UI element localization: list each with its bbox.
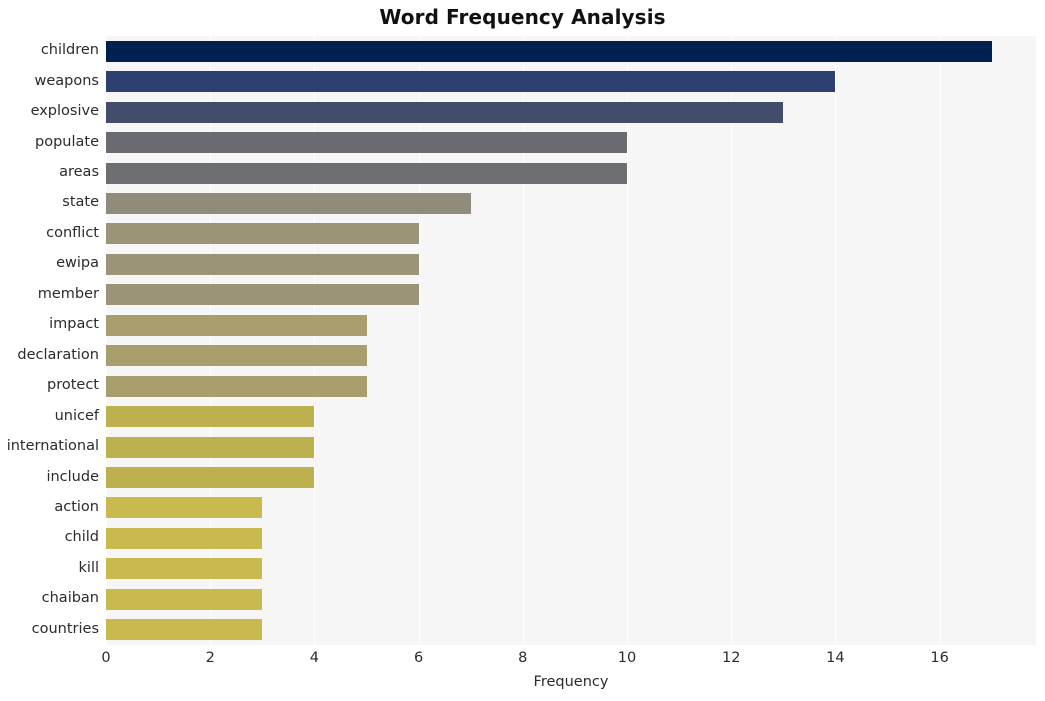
gridline-x-10 xyxy=(627,36,628,645)
bar-protect[interactable] xyxy=(106,375,367,397)
bar-row xyxy=(106,101,1036,123)
bar-populate[interactable] xyxy=(106,132,627,154)
gridline-x-8 xyxy=(522,36,524,645)
bar-member[interactable] xyxy=(106,284,419,306)
bar-row xyxy=(106,132,1036,154)
bar-row xyxy=(106,527,1036,549)
word-frequency-bar-chart: Word Frequency Analysis children weapons e… xyxy=(0,0,1045,701)
bar-conflict[interactable] xyxy=(106,223,419,245)
x-axis-label: Frequency xyxy=(533,674,609,690)
y-tick-label-conflict: conflict xyxy=(46,224,99,241)
y-tick-label-declaration: declaration xyxy=(17,346,99,363)
y-tick-label-international: international xyxy=(6,438,99,455)
bar-impact[interactable] xyxy=(106,314,367,336)
y-tick-label-countries: countries xyxy=(31,620,99,637)
gridline-x-0 xyxy=(106,36,107,645)
bar-include[interactable] xyxy=(106,467,315,489)
bar-row xyxy=(106,467,1036,489)
bar-areas[interactable] xyxy=(106,162,627,184)
bar-action[interactable] xyxy=(106,497,263,519)
x-tick-label-16: 16 xyxy=(930,650,949,666)
bar-row xyxy=(106,192,1036,214)
x-tick-label-0: 0 xyxy=(101,650,111,666)
y-tick-label-weapons: weapons xyxy=(34,72,100,89)
gridline-x-12 xyxy=(731,36,733,645)
y-tick-label-populate: populate xyxy=(35,133,99,150)
gridline-x-6 xyxy=(418,36,420,645)
bar-weapons[interactable] xyxy=(106,71,836,93)
y-tick-label-action: action xyxy=(54,498,99,515)
y-tick-label-child: child xyxy=(64,529,99,546)
bar-row xyxy=(106,588,1036,610)
bar-chaiban[interactable] xyxy=(106,588,263,610)
bar-state[interactable] xyxy=(106,192,471,214)
bar-row xyxy=(106,314,1036,336)
x-tick-label-14: 14 xyxy=(826,650,845,666)
bar-row xyxy=(106,436,1036,458)
y-tick-label-protect: protect xyxy=(47,377,99,394)
gridline-x-16 xyxy=(939,36,941,645)
y-tick-label-children: children xyxy=(40,42,99,59)
bar-row xyxy=(106,497,1036,519)
bar-row xyxy=(106,253,1036,275)
bar-explosive[interactable] xyxy=(106,101,784,123)
y-tick-label-ewipa: ewipa xyxy=(56,255,99,272)
bar-international[interactable] xyxy=(106,436,315,458)
gridline-x-14 xyxy=(835,36,837,645)
bar-countries[interactable] xyxy=(106,619,263,641)
bar-kill[interactable] xyxy=(106,558,263,580)
x-tick-label-4: 4 xyxy=(309,650,319,666)
bar-ewipa[interactable] xyxy=(106,253,419,275)
bar-children[interactable] xyxy=(106,40,992,62)
bar-row xyxy=(106,345,1036,367)
bar-row xyxy=(106,71,1036,93)
bar-row xyxy=(106,619,1036,641)
y-tick-label-chaiban: chaiban xyxy=(41,590,99,607)
x-tick-label-6: 6 xyxy=(413,650,424,666)
bar-row xyxy=(106,406,1036,428)
x-tick-label-10: 10 xyxy=(617,650,637,666)
bar-declaration[interactable] xyxy=(106,345,367,367)
bar-row xyxy=(106,558,1036,580)
y-tick-label-areas: areas xyxy=(59,164,99,181)
x-tick-label-2: 2 xyxy=(205,650,215,666)
chart-title: Word Frequency Analysis xyxy=(379,5,666,29)
y-tick-label-unicef: unicef xyxy=(54,407,99,424)
bar-row xyxy=(106,375,1036,397)
x-tick-label-12: 12 xyxy=(721,650,741,666)
y-tick-label-explosive: explosive xyxy=(30,103,99,120)
gridline-x-2 xyxy=(210,36,212,645)
bar-unicef[interactable] xyxy=(106,406,315,428)
bar-row xyxy=(106,40,1036,62)
gridline-x-4 xyxy=(314,36,316,645)
plot-area xyxy=(106,36,1036,645)
y-tick-label-include: include xyxy=(46,468,99,485)
y-tick-label-member: member xyxy=(37,285,99,302)
bar-row xyxy=(106,162,1036,184)
x-tick-label-8: 8 xyxy=(518,650,528,666)
y-tick-label-impact: impact xyxy=(49,316,99,333)
bar-child[interactable] xyxy=(106,527,263,549)
bar-row xyxy=(106,284,1036,306)
y-tick-label-kill: kill xyxy=(78,559,99,576)
bar-row xyxy=(106,223,1036,245)
y-tick-label-state: state xyxy=(62,194,99,211)
